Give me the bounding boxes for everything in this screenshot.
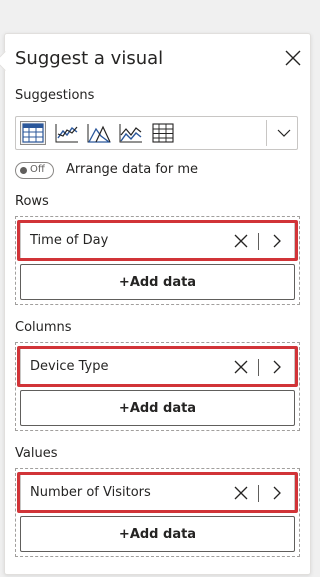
close-button[interactable] xyxy=(282,47,304,69)
chevron-down-icon xyxy=(277,129,291,137)
arrange-data-toggle[interactable]: Off xyxy=(15,162,54,179)
close-icon xyxy=(234,234,248,248)
suggestions-label: Suggestions xyxy=(15,88,95,103)
suggested-visual-table[interactable] xyxy=(20,121,46,145)
table-visual-icon xyxy=(22,123,44,143)
suggested-visual-line-chart[interactable] xyxy=(54,121,80,145)
stacked-area-visual-icon xyxy=(119,124,142,143)
field-divider xyxy=(258,485,259,502)
field-divider xyxy=(258,359,259,376)
remove-field-button[interactable] xyxy=(232,358,250,376)
suggest-visual-pane: Suggest a visual Suggestions Off Arrange… xyxy=(0,33,311,575)
more-visuals-dropdown[interactable] xyxy=(272,121,296,145)
values-label: Values xyxy=(15,446,58,461)
field-divider xyxy=(258,233,259,250)
chevron-right-icon xyxy=(273,234,281,248)
area-chart-visual-icon xyxy=(87,124,111,143)
pane-pointer xyxy=(0,51,15,71)
columns-field-name: Device Type xyxy=(30,359,109,374)
expand-field-button[interactable] xyxy=(268,358,286,376)
values-field-name: Number of Visitors xyxy=(30,485,151,500)
matrix-visual-icon xyxy=(152,123,174,143)
pane-title: Suggest a visual xyxy=(15,48,164,69)
toggle-state-text: Off xyxy=(30,164,45,175)
expand-field-button[interactable] xyxy=(268,484,286,502)
columns-field-pill[interactable]: Device Type xyxy=(20,348,295,386)
rows-field-name: Time of Day xyxy=(30,233,109,248)
suggested-visuals-bar xyxy=(15,116,298,150)
remove-field-button[interactable] xyxy=(232,232,250,250)
line-chart-visual-icon xyxy=(55,124,78,143)
chevron-right-icon xyxy=(273,486,281,500)
chevron-right-icon xyxy=(273,360,281,374)
visual-bar-divider xyxy=(266,120,267,146)
rows-add-data-button[interactable]: +Add data xyxy=(20,264,295,300)
close-icon xyxy=(234,360,248,374)
suggested-visual-area-chart[interactable] xyxy=(86,121,112,145)
close-icon xyxy=(285,50,301,66)
values-field-pill[interactable]: Number of Visitors xyxy=(20,474,295,512)
rows-well: Time of Day +Add data xyxy=(15,216,300,305)
values-well: Number of Visitors +Add data xyxy=(15,468,300,557)
rows-label: Rows xyxy=(15,194,49,209)
suggested-visual-matrix[interactable] xyxy=(150,121,176,145)
columns-label: Columns xyxy=(15,320,72,335)
remove-field-button[interactable] xyxy=(232,484,250,502)
rows-field-pill[interactable]: Time of Day xyxy=(20,222,295,260)
columns-add-data-button[interactable]: +Add data xyxy=(20,390,295,426)
values-add-data-button[interactable]: +Add data xyxy=(20,516,295,552)
toggle-knob xyxy=(20,167,27,174)
suggested-visual-stacked-area[interactable] xyxy=(118,121,144,145)
close-icon xyxy=(234,486,248,500)
arrange-data-label: Arrange data for me xyxy=(66,162,199,177)
columns-well: Device Type +Add data xyxy=(15,342,300,431)
expand-field-button[interactable] xyxy=(268,232,286,250)
